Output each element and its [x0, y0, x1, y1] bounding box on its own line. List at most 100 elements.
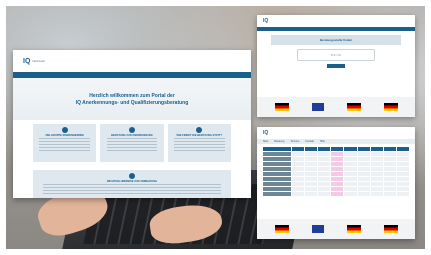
table-cell — [331, 172, 344, 176]
table-cell — [396, 187, 409, 191]
info-icon — [128, 127, 135, 133]
germany-flag-icon — [346, 103, 361, 111]
table-cell — [263, 177, 291, 181]
table-cell — [292, 162, 305, 166]
search-screen: IQ Beratungsstelle finden PLZ / Ort — [257, 15, 415, 117]
eu-flag-icon — [311, 225, 324, 233]
table-cell — [318, 192, 331, 196]
table-cell — [370, 172, 383, 176]
table-cell — [344, 182, 357, 186]
table-cell — [383, 147, 396, 151]
table-cell — [263, 182, 291, 186]
table-cell — [383, 167, 396, 171]
table-cell — [263, 192, 291, 196]
info-tile[interactable]: WIE FINDET DIE BERATUNG STATT? — [167, 124, 231, 162]
info-icon — [129, 173, 135, 179]
data-table — [263, 147, 409, 196]
table-cell — [318, 182, 331, 186]
table-cell — [357, 192, 370, 196]
welcome-line-2: IQ Anerkennungs- und Qualifizierungsbera… — [75, 99, 189, 106]
table-cell — [383, 157, 396, 161]
table-cell — [344, 192, 357, 196]
table-cell — [370, 162, 383, 166]
info-icon — [61, 127, 68, 133]
table-cell — [292, 172, 305, 176]
table-row — [263, 157, 409, 161]
nav-item[interactable]: Beratung — [274, 140, 284, 143]
table-cell — [318, 167, 331, 171]
table-row — [263, 152, 409, 156]
table-cell — [370, 182, 383, 186]
table-cell — [383, 177, 396, 181]
table-cell — [292, 147, 305, 151]
table-cell — [331, 192, 344, 196]
tile-text — [106, 138, 158, 152]
table-cell — [263, 172, 291, 176]
search-screen-nav[interactable] — [257, 27, 415, 31]
table-cell — [331, 152, 344, 156]
table-row — [263, 192, 409, 196]
table-cell — [396, 147, 409, 151]
table-cell — [344, 167, 357, 171]
iq-logo[interactable]: IQ Netzwerk — [23, 58, 45, 65]
table-cell — [383, 172, 396, 176]
info-icon — [196, 127, 203, 133]
table-cell — [331, 177, 344, 181]
germany-flag-icon — [346, 225, 361, 233]
table-cell — [344, 172, 357, 176]
table-cell — [357, 167, 370, 171]
eu-flag-icon — [311, 103, 324, 111]
table-cell — [263, 157, 291, 161]
table-screen-header: IQ — [257, 127, 415, 139]
welcome-line-1: Herzlich willkommen zum Portal der — [89, 92, 175, 99]
table-cell — [344, 157, 357, 161]
nav-item[interactable]: Kontakt — [305, 140, 313, 143]
table-cell — [318, 162, 331, 166]
table-cell — [370, 152, 383, 156]
table-cell — [292, 182, 305, 186]
table-cell — [292, 192, 305, 196]
table-cell — [305, 167, 318, 171]
table-cell — [331, 167, 344, 171]
search-input[interactable]: PLZ / Ort — [297, 49, 375, 61]
table-cell — [263, 187, 291, 191]
table-cell — [292, 177, 305, 181]
table-cell — [383, 192, 396, 196]
table-cell — [357, 147, 370, 151]
table-cell — [396, 172, 409, 176]
table-cell — [396, 152, 409, 156]
table-cell — [318, 157, 331, 161]
table-cell — [396, 167, 409, 171]
table-cell — [396, 177, 409, 181]
nav-item[interactable]: Hilfe — [320, 140, 325, 143]
table-cell — [383, 162, 396, 166]
table-cell — [263, 147, 291, 151]
table-cell — [331, 162, 344, 166]
table-cell — [344, 152, 357, 156]
table-cell — [370, 147, 383, 151]
table-cell — [263, 162, 291, 166]
table-cell — [344, 162, 357, 166]
table-cell — [370, 192, 383, 196]
table-cell — [383, 187, 396, 191]
portal-homepage-screen: IQ Netzwerk Herzlich willkommen zum Port… — [13, 50, 251, 198]
table-cell — [305, 177, 318, 181]
tile-title: WIE FINDET DIE BERATUNG STATT? — [176, 134, 223, 137]
table-row — [263, 167, 409, 171]
table-cell — [344, 187, 357, 191]
nav-item[interactable]: Termine — [290, 140, 299, 143]
notice-band: WICHTIGE HINWEISE ZUR ANMELDUNG — [33, 170, 231, 198]
logo-text[interactable]: IQ — [263, 130, 268, 136]
table-cell — [370, 187, 383, 191]
info-tile[interactable]: BERATUNG ZUR ANERKENNUNG — [100, 124, 164, 162]
logo-text[interactable]: IQ — [263, 18, 268, 24]
table-cell — [318, 187, 331, 191]
search-button[interactable] — [327, 64, 345, 68]
germany-flag-icon — [274, 103, 289, 111]
table-cell — [344, 147, 357, 151]
table-cell — [305, 162, 318, 166]
info-tile[interactable]: ZIELGRUPPE EINWANDERNDE — [33, 124, 97, 162]
table-row — [263, 177, 409, 181]
nav-item[interactable]: Start — [263, 140, 268, 143]
table-cell — [383, 152, 396, 156]
